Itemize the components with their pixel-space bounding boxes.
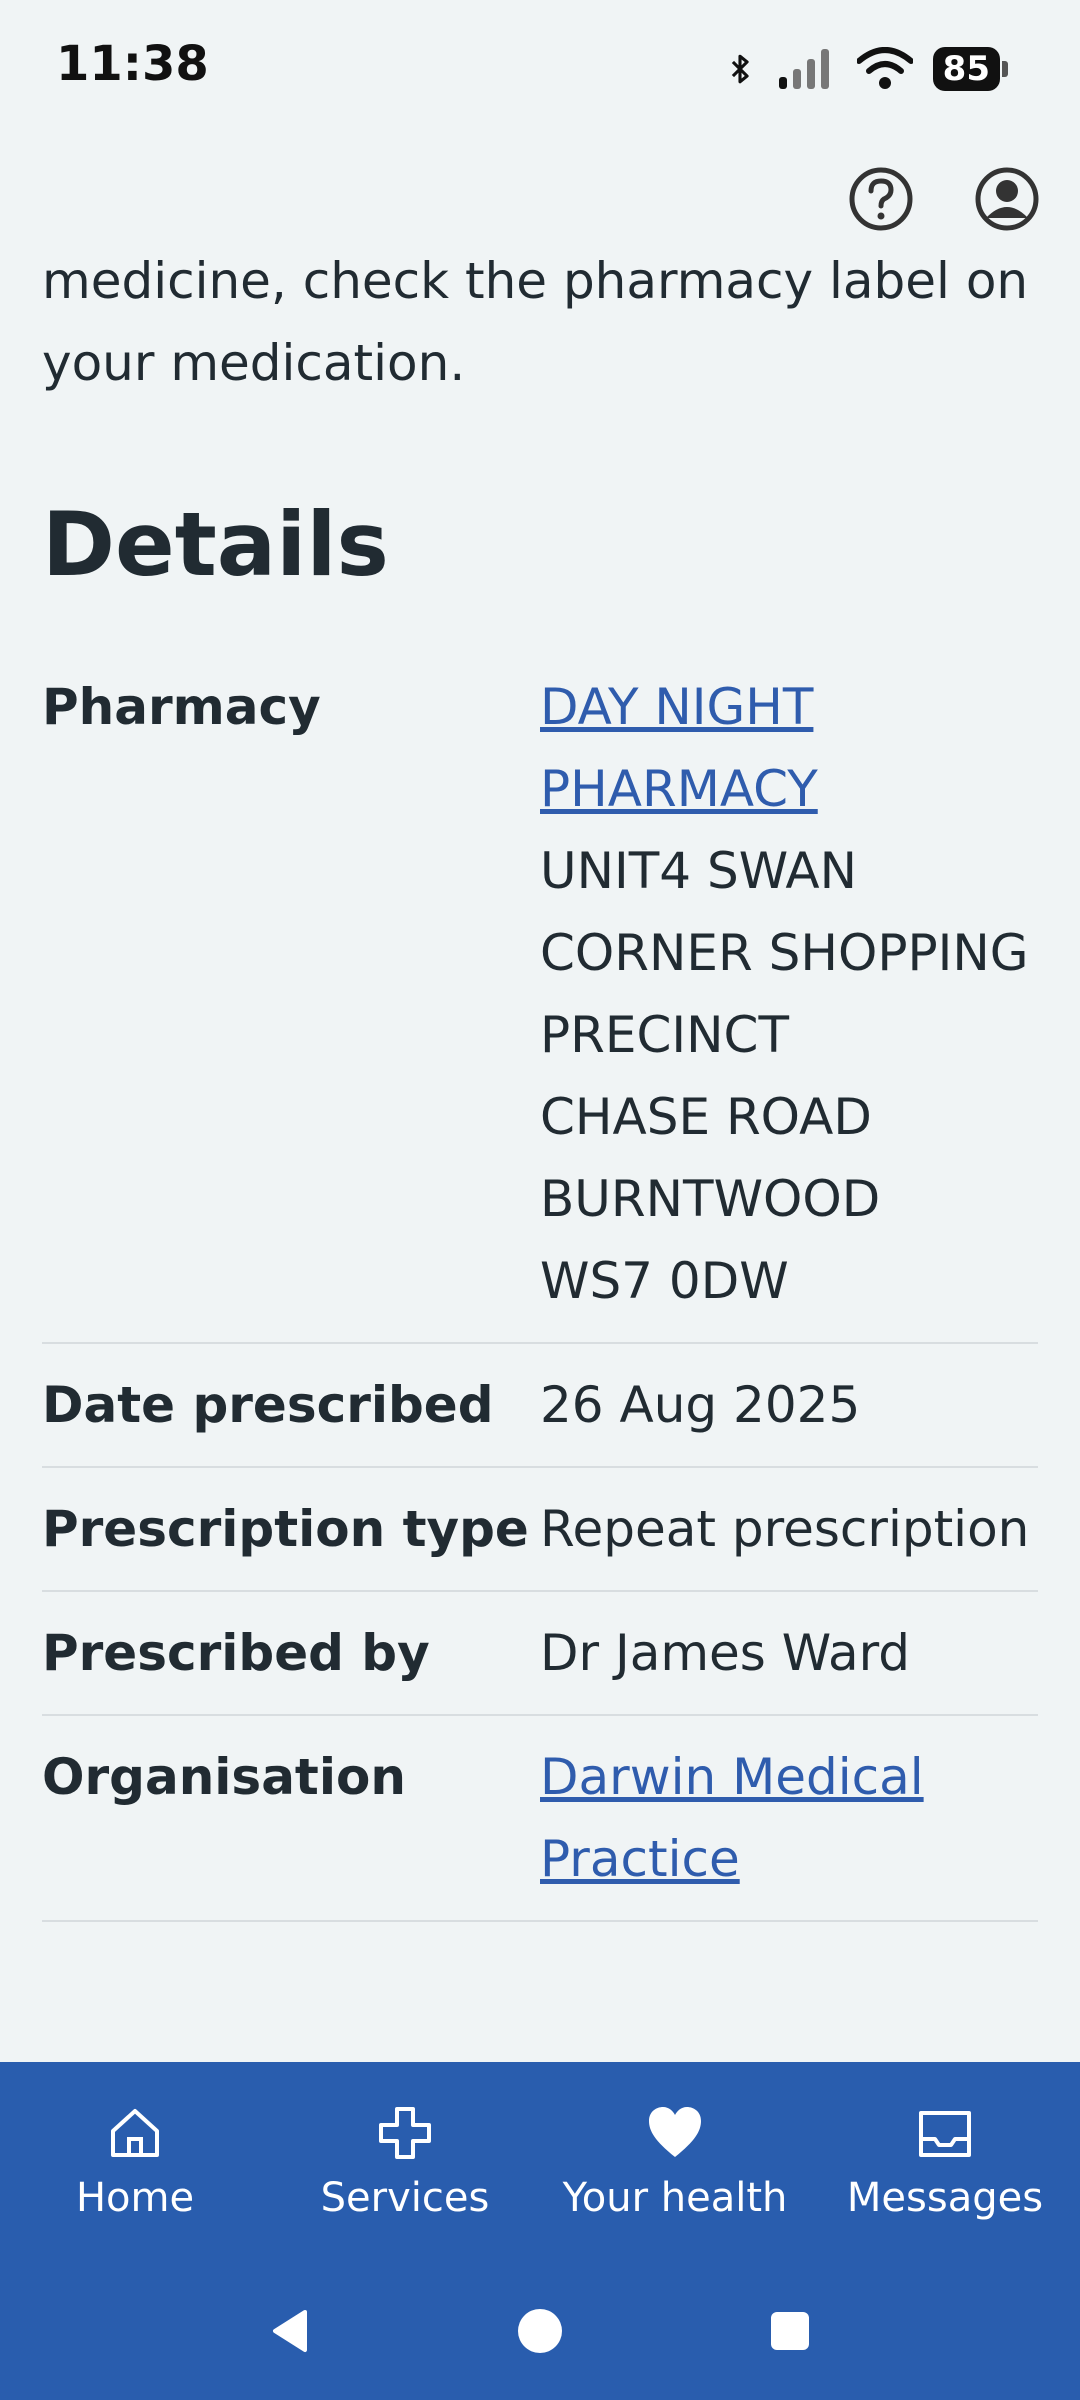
pharmacy-value: DAY NIGHT PHARMACY UNIT4 SWAN CORNER SHO…	[540, 666, 1038, 1322]
status-bar: 11:38 85	[0, 0, 1080, 130]
bluetooth-icon	[731, 54, 749, 84]
row-date-prescribed: Date prescribed 26 Aug 2025	[42, 1344, 1038, 1468]
prescribed-by-label: Prescribed by	[42, 1624, 430, 1682]
tab-messages-label: Messages	[846, 2175, 1044, 2221]
account-icon[interactable]	[974, 166, 1040, 232]
details-heading: Details	[42, 493, 389, 596]
row-pharmacy: Pharmacy DAY NIGHT PHARMACY UNIT4 SWAN C…	[42, 666, 1038, 1344]
battery-indicator: 85	[932, 47, 1008, 91]
prescribed-by-value: Dr James Ward	[540, 1624, 911, 1682]
pharmacy-postcode: WS7 0DW	[540, 1252, 789, 1310]
row-prescription-type: Prescription type Repeat prescription	[42, 1468, 1038, 1592]
help-icon[interactable]	[848, 166, 914, 232]
organisation-label: Organisation	[42, 1748, 406, 1806]
tab-services-label: Services	[320, 2175, 490, 2221]
pharmacy-address-line-1: UNIT4 SWAN	[540, 842, 858, 900]
pharmacy-address-line-2: CORNER SHOPPING	[540, 924, 1029, 982]
intro-text: medicine, check the pharmacy label on yo…	[42, 252, 1029, 392]
pharmacy-address-line-5: BURNTWOOD	[540, 1170, 881, 1228]
system-navigation	[0, 2262, 1080, 2400]
bottom-nav: Home Services Your health Messages	[0, 2062, 1080, 2400]
inbox-icon	[919, 2111, 971, 2157]
battery-level: 85	[932, 47, 1000, 91]
status-icons: 85	[723, 44, 1008, 94]
heart-icon	[649, 2107, 701, 2157]
prescription-type-value: Repeat prescription	[540, 1500, 1030, 1558]
organisation-link[interactable]: Darwin Medical Practice	[540, 1748, 924, 1888]
tab-bar: Home Services Your health Messages	[0, 2062, 1080, 2262]
prescription-type-label: Prescription type	[42, 1500, 529, 1558]
wifi-icon	[856, 47, 913, 89]
date-prescribed-label: Date prescribed	[42, 1376, 494, 1434]
tab-home[interactable]: Home	[0, 2062, 270, 2262]
tab-messages[interactable]: Messages	[810, 2062, 1080, 2262]
top-actions	[848, 166, 1040, 232]
home-icon	[111, 2109, 159, 2157]
back-icon[interactable]	[265, 2306, 315, 2356]
plus-cross-icon	[379, 2107, 431, 2159]
tab-your-health[interactable]: Your health	[540, 2062, 810, 2262]
date-prescribed-value: 26 Aug 2025	[540, 1376, 861, 1434]
pharmacy-address-line-3: PRECINCT	[540, 1006, 789, 1064]
pharmacy-address-line-4: CHASE ROAD	[540, 1088, 872, 1146]
signal-icon	[778, 49, 829, 89]
tab-your-health-label: Your health	[562, 2175, 788, 2221]
recents-icon[interactable]	[765, 2306, 815, 2356]
pharmacy-link[interactable]: DAY NIGHT PHARMACY	[540, 678, 818, 818]
status-time: 11:38	[56, 36, 209, 92]
home-circle-icon[interactable]	[515, 2306, 565, 2356]
pharmacy-label: Pharmacy	[42, 678, 321, 736]
tab-home-label: Home	[75, 2175, 195, 2221]
organisation-value: Darwin Medical Practice	[540, 1736, 1038, 1900]
tab-services[interactable]: Services	[270, 2062, 540, 2262]
row-organisation: Organisation Darwin Medical Practice	[42, 1716, 1038, 1922]
row-prescribed-by: Prescribed by Dr James Ward	[42, 1592, 1038, 1716]
details-list: Pharmacy DAY NIGHT PHARMACY UNIT4 SWAN C…	[42, 666, 1038, 1922]
battery-tip	[1002, 61, 1008, 77]
